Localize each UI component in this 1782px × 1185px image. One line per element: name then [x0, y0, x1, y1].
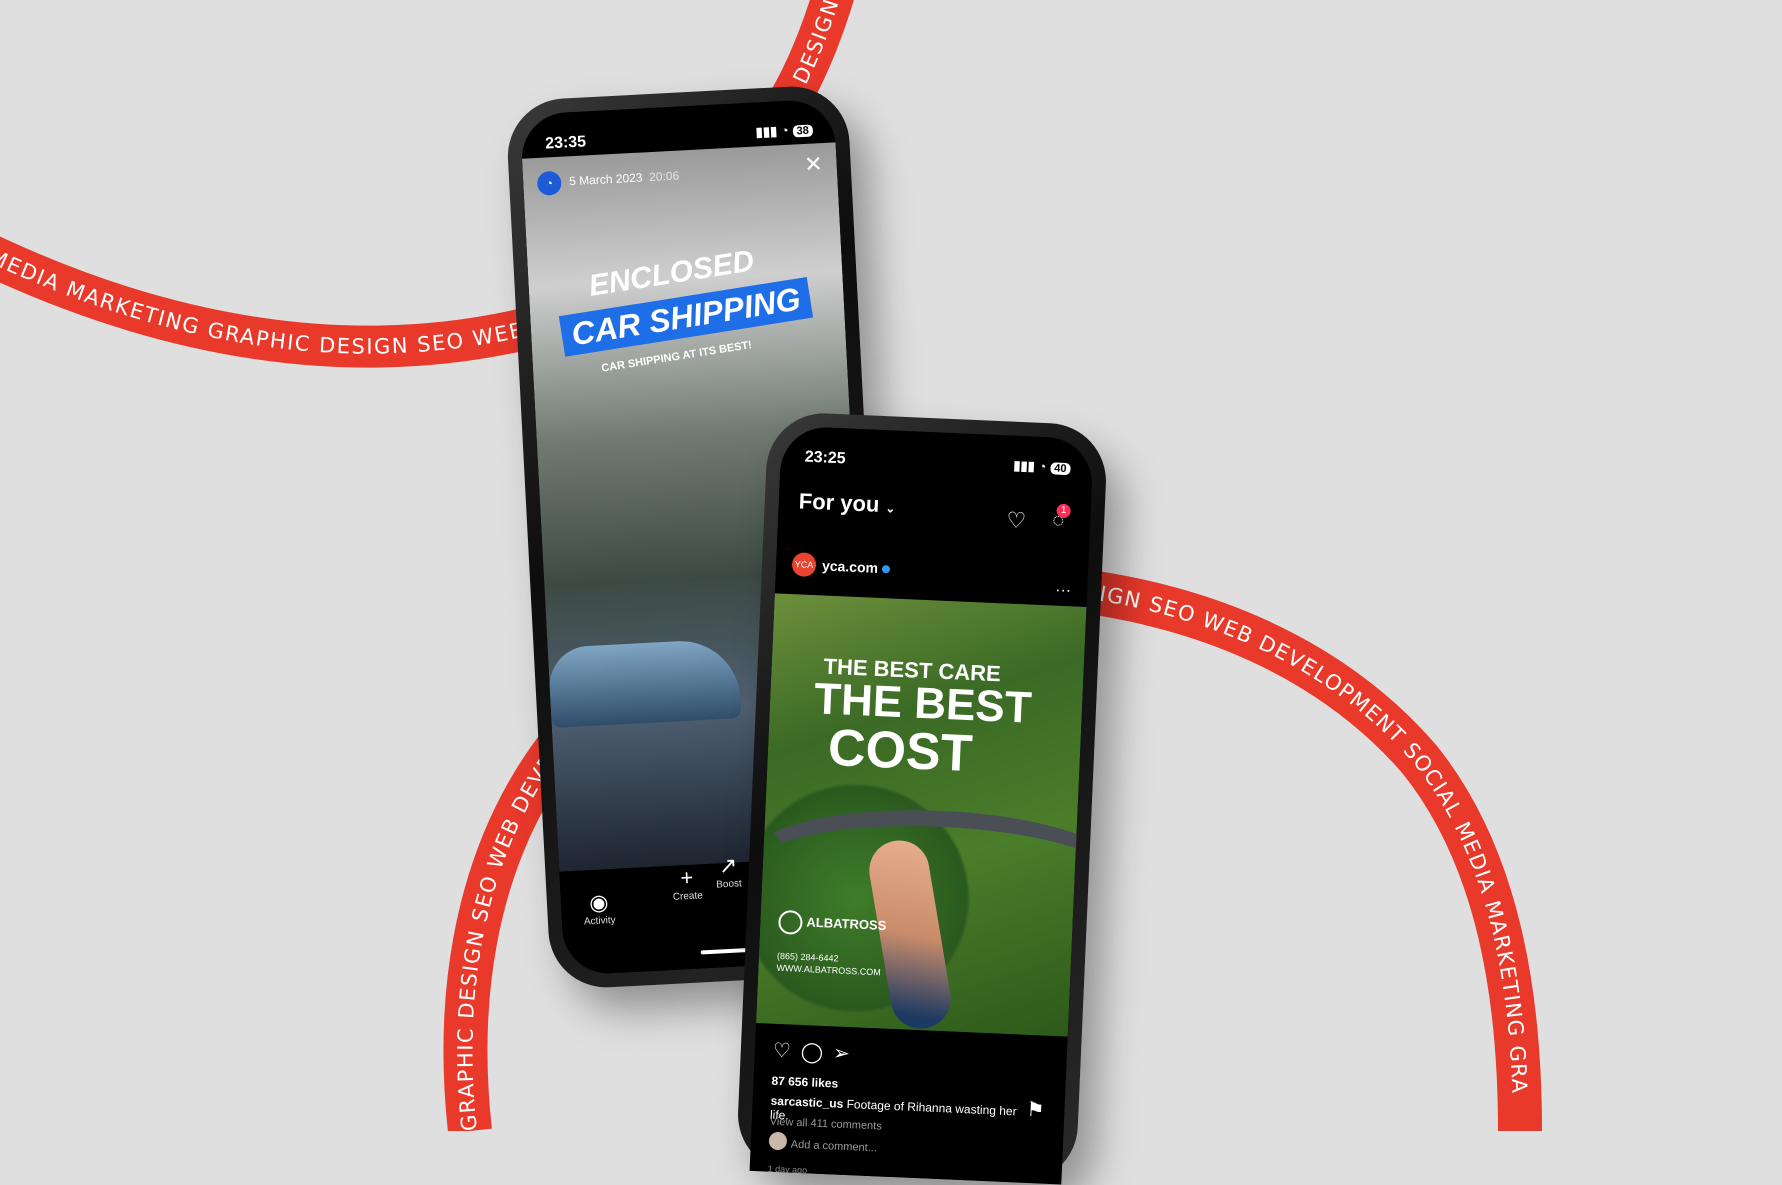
- notification-badge: 1: [1056, 503, 1071, 519]
- bookmark-icon[interactable]: ⚑: [1026, 1097, 1045, 1123]
- post-avatar[interactable]: YCA: [791, 552, 817, 578]
- signal-wifi-icon: ▮▮▮ ◔ 40: [1013, 458, 1071, 476]
- signal-wifi-icon: ▮▮▮ ◔ 38: [755, 121, 814, 140]
- boost-button[interactable]: ↗ Boost: [715, 852, 742, 890]
- status-time: 23:25: [804, 448, 847, 468]
- albatross-logo: ALBATROSS: [777, 909, 887, 939]
- likes-count: 87 656 likes: [771, 1073, 839, 1091]
- post-headline-3: COST: [826, 718, 974, 784]
- verified-icon: [881, 565, 891, 574]
- status-bar: 23:25 ▮▮▮ ◔ 40: [780, 440, 1093, 480]
- post-image: THE BEST CARE THE BEST COST ALBATROSS (8…: [749, 593, 1094, 1037]
- status-time: 23:35: [544, 133, 587, 153]
- comment-icon[interactable]: ◯: [800, 1041, 823, 1064]
- logo-mark-icon: [777, 909, 803, 935]
- post-contact: (865) 284-6442 WWW.ALBATROSS.COM: [776, 950, 881, 978]
- feed-selector[interactable]: For you ⌄: [798, 488, 896, 518]
- plus-icon: +: [679, 864, 694, 891]
- add-comment-input[interactable]: Add a comment...: [790, 1139, 877, 1155]
- post-actions: ♡ ◯ ➢: [772, 1038, 860, 1067]
- activity-icon: ◉: [588, 889, 610, 916]
- more-icon[interactable]: ···: [1055, 582, 1072, 601]
- activity-button[interactable]: ◉ Activity: [582, 889, 616, 927]
- trend-icon: ↗: [718, 852, 738, 879]
- close-icon[interactable]: ✕: [804, 151, 824, 178]
- heart-icon[interactable]: ♡: [1006, 507, 1027, 534]
- ribbon-left-text: MEDIA MARKETING GRAPHIC DESIGN SEO WEB D…: [0, 0, 566, 359]
- chevron-down-icon: ⌄: [885, 501, 896, 516]
- avatar: [768, 1131, 788, 1151]
- like-icon[interactable]: ♡: [772, 1040, 791, 1063]
- post-timestamp: 1 day ago: [767, 1163, 808, 1176]
- post-username[interactable]: yca.com: [822, 557, 891, 576]
- battery-icon: 40: [1049, 462, 1071, 476]
- svg-text:MEDIA MARKETING GRAPHIC DESI: MEDIA MARKETING GRAPHIC DESIGN SEO WEB D…: [0, 0, 567, 359]
- feed-screen: 23:25 ▮▮▮ ◔ 40 For you ⌄ ♡ ◌ 1 YCA yca.co…: [749, 425, 1094, 1185]
- car-image: [547, 638, 742, 728]
- create-button[interactable]: + Create: [671, 864, 704, 903]
- feed-phone: 23:25 ▮▮▮ ◔ 40 For you ⌄ ♡ ◌ 1 YCA yca.co…: [735, 410, 1109, 1185]
- battery-icon: 38: [792, 124, 814, 138]
- share-icon[interactable]: ➢: [833, 1042, 851, 1065]
